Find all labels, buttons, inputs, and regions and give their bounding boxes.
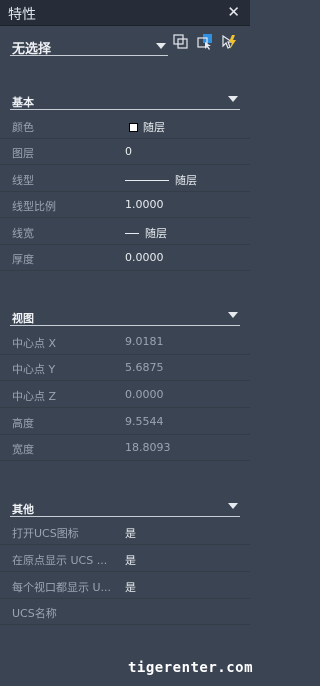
property-value: 5.6875 <box>125 361 164 374</box>
property-value: 18.8093 <box>125 441 171 454</box>
property-name: 线型比例 <box>12 200 56 213</box>
property-value-text: 随层 <box>145 227 167 240</box>
section-divider <box>10 325 240 326</box>
property-name: 中心点 Z <box>12 390 57 403</box>
property-value: 是 <box>125 554 136 567</box>
property-name: 打开UCS图标 <box>12 527 79 540</box>
property-row-linetype-scale[interactable]: 线型比例 1.0000 <box>0 192 250 218</box>
property-row-linetype[interactable]: 线型 随层 <box>0 166 250 192</box>
chevron-down-icon <box>156 43 166 49</box>
property-name: 线宽 <box>12 227 34 240</box>
property-row-center-z[interactable]: 中心点 Z 0.0000 <box>0 382 250 408</box>
property-value: 9.5544 <box>125 415 164 428</box>
watermark: tigerenter.com <box>128 660 254 676</box>
property-value: 9.0181 <box>125 335 164 348</box>
close-icon[interactable]: ✕ <box>227 3 240 21</box>
property-row-ucs-icon-on[interactable]: 打开UCS图标 是 <box>0 519 250 545</box>
property-row-ucs-per-viewport[interactable]: 每个视口都显示 U... 是 <box>0 573 250 599</box>
property-row-center-y[interactable]: 中心点 Y 5.6875 <box>0 355 250 381</box>
palette-titlebar[interactable]: 特性 ✕ <box>0 0 250 26</box>
property-name: 高度 <box>12 417 34 430</box>
section-misc-header[interactable]: 其他 <box>0 499 250 517</box>
section-general-title: 基本 <box>12 96 34 109</box>
section-general-header[interactable]: 基本 <box>0 92 250 110</box>
section-divider <box>10 516 240 517</box>
property-value-text: 随层 <box>175 174 197 187</box>
property-row-ucs-name[interactable]: UCS名称 <box>0 599 250 625</box>
property-name: 线型 <box>12 174 34 187</box>
chevron-down-icon <box>228 96 238 102</box>
property-name: 宽度 <box>12 443 34 456</box>
selection-bar: 无选择 <box>0 27 250 63</box>
color-swatch-icon <box>129 123 138 132</box>
property-name: 中心点 X <box>12 337 57 350</box>
property-row-thickness[interactable]: 厚度 0.0000 <box>0 245 250 271</box>
property-value-text: 随层 <box>143 121 165 134</box>
property-name: 在原点显示 UCS ... <box>12 554 108 567</box>
property-name: 图层 <box>12 147 34 160</box>
toggle-pickadd-icon[interactable] <box>172 33 190 51</box>
select-objects-icon[interactable] <box>196 33 214 51</box>
property-value: 随层 <box>125 172 197 188</box>
quick-select-icon[interactable] <box>220 33 238 51</box>
property-name: 颜色 <box>12 121 34 134</box>
chevron-down-icon <box>228 312 238 318</box>
property-row-ucs-at-origin[interactable]: 在原点显示 UCS ... 是 <box>0 546 250 572</box>
section-misc-title: 其他 <box>12 503 34 516</box>
property-name: 厚度 <box>12 253 34 266</box>
property-row-lineweight[interactable]: 线宽 随层 <box>0 219 250 245</box>
selection-dropdown[interactable]: 无选择 <box>10 36 168 57</box>
property-value: 1.0000 <box>125 198 164 211</box>
lineweight-sample-icon <box>125 233 139 234</box>
property-name: 中心点 Y <box>12 363 56 376</box>
section-view-header[interactable]: 视图 <box>0 308 250 326</box>
property-value: 随层 <box>125 119 165 135</box>
selection-label: 无选择 <box>12 42 52 57</box>
property-row-width[interactable]: 宽度 18.8093 <box>0 435 250 461</box>
property-value: 0.0000 <box>125 251 164 264</box>
property-row-color[interactable]: 颜色 随层 <box>0 113 250 139</box>
section-divider <box>10 109 240 110</box>
property-row-center-x[interactable]: 中心点 X 9.0181 <box>0 329 250 355</box>
property-row-height[interactable]: 高度 9.5544 <box>0 409 250 435</box>
property-value: 是 <box>125 527 136 540</box>
property-value: 0 <box>125 145 132 158</box>
property-row-layer[interactable]: 图层 0 <box>0 139 250 165</box>
property-value: 0.0000 <box>125 388 164 401</box>
property-value: 是 <box>125 581 136 594</box>
property-name: UCS名称 <box>12 607 57 620</box>
palette-title: 特性 <box>8 7 36 23</box>
chevron-down-icon <box>228 503 238 509</box>
property-name: 每个视口都显示 U... <box>12 581 112 594</box>
linetype-sample-icon <box>125 180 169 181</box>
section-view-title: 视图 <box>12 312 34 325</box>
property-value: 随层 <box>125 225 167 241</box>
